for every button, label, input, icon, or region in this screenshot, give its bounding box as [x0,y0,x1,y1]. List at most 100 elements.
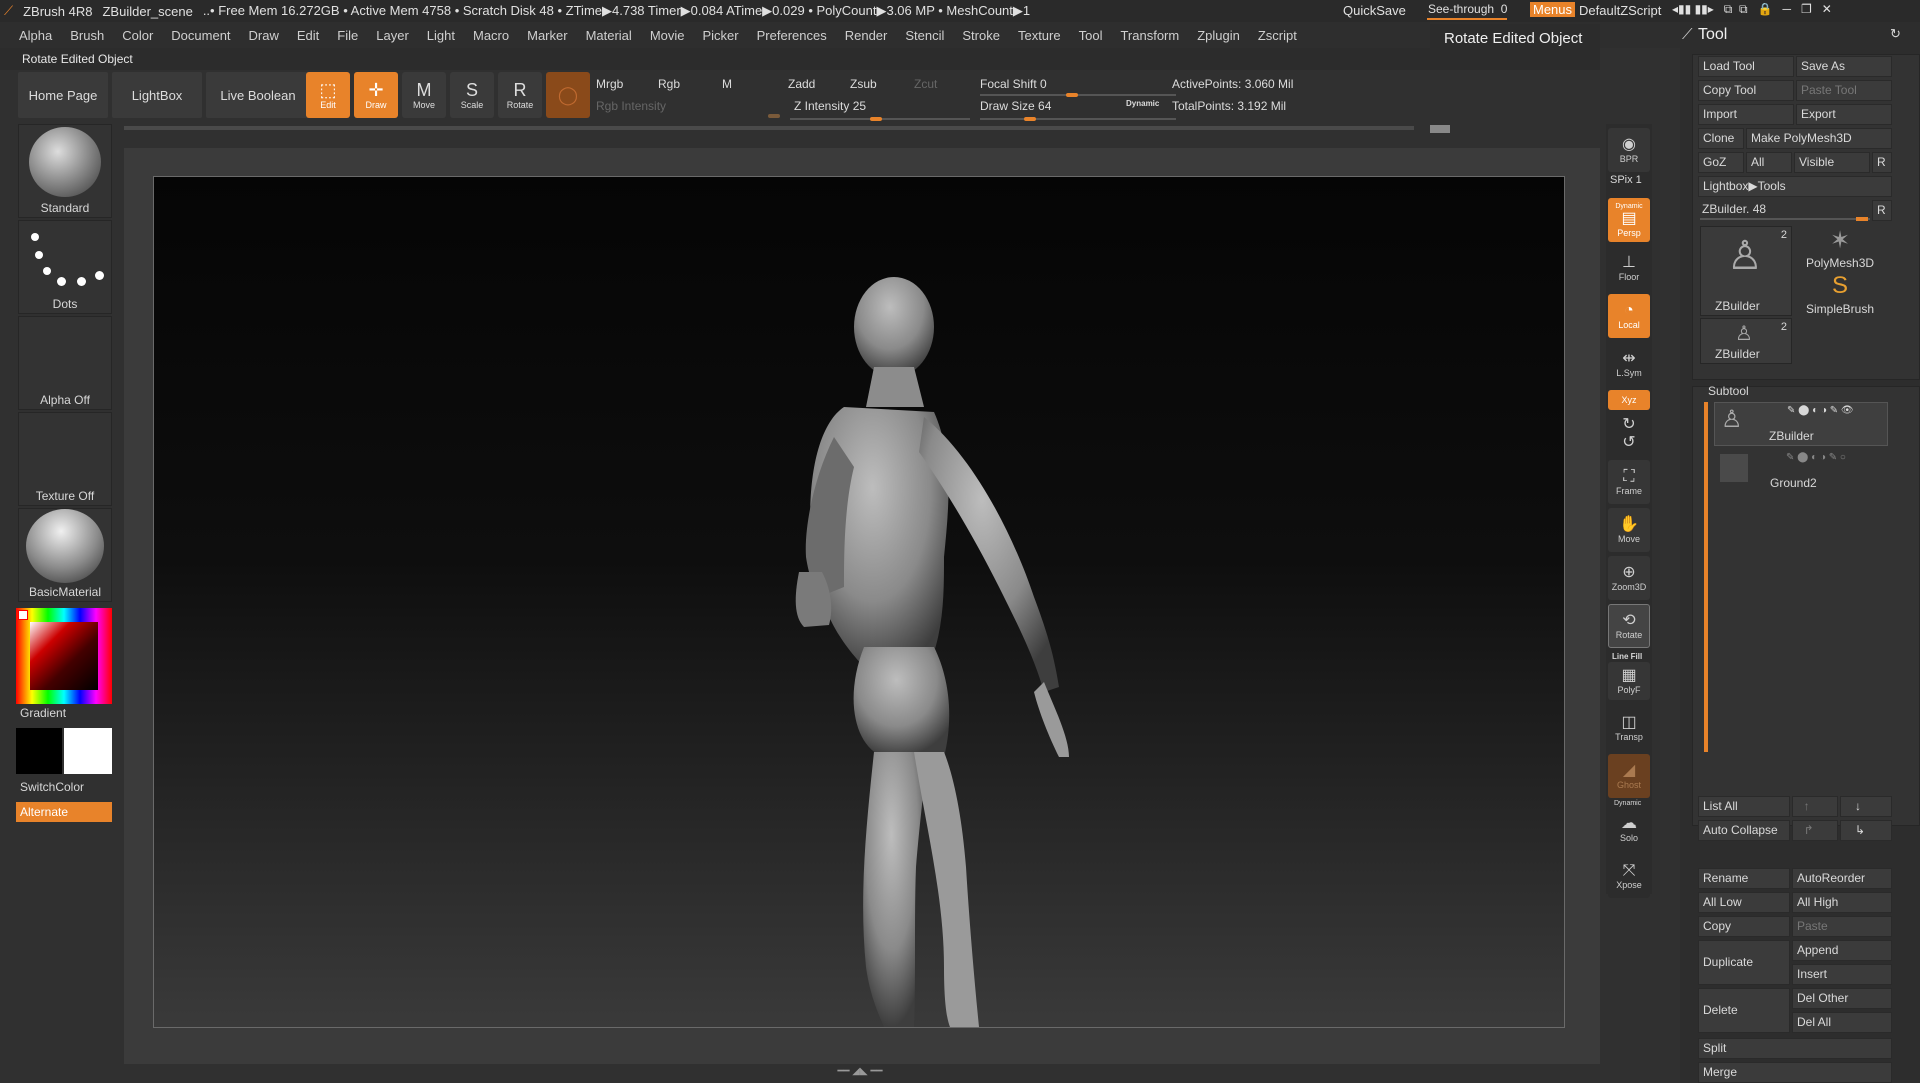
menu-picker[interactable]: Picker [694,28,748,43]
del-all-button[interactable]: Del All [1792,1012,1892,1033]
rotate-axis-icons[interactable]: ↻ ↺ [1608,414,1650,454]
menu-movie[interactable]: Movie [641,28,694,43]
lightbox-button[interactable]: LightBox [112,72,202,118]
duplicate-button[interactable]: Duplicate [1698,940,1790,985]
menu-render[interactable]: Render [836,28,897,43]
human-figure-model[interactable] [154,177,1565,1028]
auto-collapse-button[interactable]: Auto Collapse [1698,820,1790,841]
move-down-button[interactable]: ↓ [1840,796,1892,817]
make-polymesh-button[interactable]: Make PolyMesh3D [1746,128,1892,149]
z-intensity-slider[interactable]: Z Intensity 25 [794,96,866,116]
persp-button[interactable]: Dynamic ▤ Persp [1608,198,1650,242]
subtool-item-ground2[interactable]: ✎ ⬤ ◐ ◑ ✎ ○ Ground2 [1714,450,1888,494]
subtool-visibility-icons-2[interactable]: ✎ ⬤ ◐ ◑ ✎ ○ [1786,452,1846,463]
menu-stencil[interactable]: Stencil [896,28,953,43]
menu-texture[interactable]: Texture [1009,28,1070,43]
menu-transform[interactable]: Transform [1111,28,1188,43]
color-square[interactable] [30,622,98,690]
split-button[interactable]: Split [1698,1038,1892,1059]
gradient-label[interactable]: Gradient [20,706,66,720]
autoreorder-button[interactable]: AutoReorder [1792,868,1892,889]
tool-thumb-simplebrush[interactable]: S SimpleBrush [1796,272,1888,320]
rename-button[interactable]: Rename [1698,868,1790,889]
material-sphere-button[interactable]: ◯ [546,72,590,118]
menu-marker[interactable]: Marker [518,28,576,43]
goz-r-button[interactable]: R [1872,152,1892,173]
del-other-button[interactable]: Del Other [1792,988,1892,1009]
window-controls[interactable]: ◂▮▮ ▮▮▸ ⧉ ⧉ 🔒 ─ ❐ ✕ [1672,2,1832,17]
all-button[interactable]: All [1746,152,1792,173]
draw-size-slider[interactable]: Draw Size 64 [980,96,1051,116]
subtool-item-zbuilder[interactable]: ♙ ✎ ⬤ ◐ ◑ ✎ 👁 ZBuilder [1714,402,1888,446]
default-zscript-button[interactable]: DefaultZScript [1579,3,1661,18]
save-as-button[interactable]: Save As [1796,56,1892,77]
tool-pin-icon[interactable]: ⟋ [1682,26,1693,43]
color-picker[interactable] [16,608,112,704]
move-button[interactable]: M Move [402,72,446,118]
menu-material[interactable]: Material [577,28,641,43]
3d-viewport[interactable] [153,176,1565,1028]
zoom3d-button[interactable]: ⊕ Zoom3D [1608,556,1650,600]
menu-macro[interactable]: Macro [464,28,518,43]
bottom-tray-toggle[interactable]: ━━ ◢◣ ━━ [795,1066,925,1077]
paste-tool-button[interactable]: Paste Tool [1796,80,1892,101]
top-scrollbar[interactable] [124,126,1414,130]
subtool-visibility-icons[interactable]: ✎ ⬤ ◐ ◑ ✎ 👁 [1787,405,1854,416]
arrow-icon-button-2[interactable]: ↳ [1840,820,1892,841]
menus-button[interactable]: Menus [1530,2,1576,17]
rotate-view-button[interactable]: ⟲ Rotate [1608,604,1650,648]
m-button[interactable]: M [722,74,732,94]
frame-button[interactable]: ⛶ Frame [1608,460,1650,504]
zsub-button[interactable]: Zsub [850,74,877,94]
xyz-button[interactable]: Xyz [1608,390,1650,410]
top-scroll-thumb[interactable] [1430,125,1450,133]
tool-thumb-zbuilder[interactable]: ♙ 2 ZBuilder [1700,226,1792,316]
texture-selector[interactable]: Texture Off [18,412,112,506]
menu-zscript[interactable]: Zscript [1249,28,1306,43]
menu-light[interactable]: Light [418,28,464,43]
move-view-button[interactable]: ✋ Move [1608,508,1650,552]
all-low-button[interactable]: All Low [1698,892,1790,913]
all-high-button[interactable]: All High [1792,892,1892,913]
menu-zplugin[interactable]: Zplugin [1188,28,1249,43]
goz-button[interactable]: GoZ [1698,152,1744,173]
alpha-selector[interactable]: Alpha Off [18,316,112,410]
copy-tool-button[interactable]: Copy Tool [1698,80,1794,101]
import-button[interactable]: Import [1698,104,1794,125]
tool-thumb-zbuilder-2[interactable]: ♙ 2 ZBuilder [1700,318,1792,364]
zcut-button[interactable]: Zcut [914,74,937,94]
transp-button[interactable]: ◫ Transp [1608,706,1650,750]
live-boolean-button[interactable]: Live Boolean [206,72,310,118]
local-button[interactable]: ◔ Local [1608,294,1650,338]
focal-shift-slider[interactable]: Focal Shift 0 [980,74,1047,94]
menu-layer[interactable]: Layer [367,28,418,43]
menu-preferences[interactable]: Preferences [748,28,836,43]
polyf-button[interactable]: ▦ PolyF [1608,662,1650,700]
ghost-button[interactable]: ◢ Ghost [1608,754,1650,798]
secondary-color-swatch[interactable] [16,728,62,774]
arrow-icon-button[interactable]: ↱ [1792,820,1838,841]
quicksave-button[interactable]: QuickSave [1343,3,1406,18]
menu-file[interactable]: File [328,28,367,43]
mrgb-button[interactable]: Mrgb [596,74,623,94]
lsym-button[interactable]: ⇹ L.Sym [1608,342,1650,386]
menu-edit[interactable]: Edit [288,28,328,43]
menu-stroke[interactable]: Stroke [953,28,1009,43]
list-all-button[interactable]: List All [1698,796,1790,817]
home-page-button[interactable]: Home Page [18,72,108,118]
menu-color[interactable]: Color [113,28,162,43]
bpr-button[interactable]: ◉ BPR [1608,128,1650,172]
menu-draw[interactable]: Draw [240,28,288,43]
subtool-scrollbar[interactable] [1704,402,1708,752]
move-up-button[interactable]: ↑ [1792,796,1838,817]
insert-button[interactable]: Insert [1792,964,1892,985]
append-button[interactable]: Append [1792,940,1892,961]
seethrough-slider[interactable]: See-through 0 [1428,2,1507,16]
zadd-button[interactable]: Zadd [788,74,815,94]
delete-button[interactable]: Delete [1698,988,1790,1033]
tool-panel-title[interactable]: Tool [1698,26,1727,44]
menu-document[interactable]: Document [162,28,239,43]
material-selector[interactable]: BasicMaterial [18,508,112,602]
primary-color-swatch[interactable] [64,728,112,774]
subtool-header[interactable]: Subtool [1708,384,1749,398]
